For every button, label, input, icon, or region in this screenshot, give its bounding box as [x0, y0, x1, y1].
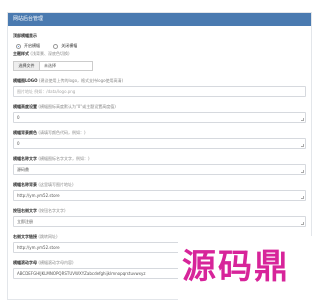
logo-hint: (建议使用上传的logo，格式支持logo使用高清): [38, 78, 124, 83]
resize-handle-icon[interactable]: [301, 222, 304, 225]
notice-hint: (横幅滚动字母内容): [38, 260, 74, 265]
display-label-text: 顶部横幅显示: [13, 33, 37, 38]
title1-label-text: 横幅名称文字: [13, 156, 37, 161]
resize-handle-icon[interactable]: [301, 144, 304, 147]
btn-link-label-text: 右侧文字链接: [13, 234, 37, 239]
display-radio-group: 开启横幅 关闭横幅: [16, 43, 89, 50]
btn-text-hint: (按钮名字文字): [38, 208, 66, 213]
resize-handle-icon[interactable]: [301, 170, 304, 173]
theme-file-input[interactable]: 选择文件 未选择: [13, 61, 93, 71]
title2-label: 横幅名称背景 (这里填写图片地址): [13, 182, 74, 188]
theme-label: 主题样式 (浅背景、深底色切换): [13, 51, 70, 57]
title2-value: http://ym.ym52.store: [17, 193, 60, 198]
logo-input[interactable]: 图片地址 例如：/data/logo.png: [13, 86, 306, 97]
resize-handle-icon[interactable]: [301, 118, 304, 121]
notice-label-text: 横幅滚动字母: [13, 260, 37, 265]
title1-value: 源码鼎: [17, 167, 29, 172]
logo-label-text: 横幅图LOGO: [13, 78, 38, 83]
btn-text-input[interactable]: 立即注册: [13, 216, 306, 227]
height-value: 0: [17, 115, 20, 120]
notice-label: 横幅滚动字母 (横幅滚动字母内容): [13, 260, 74, 266]
radio-dot-icon: [53, 43, 59, 49]
resize-handle-icon[interactable]: [301, 196, 304, 199]
bg-hint: (请填写颜色代码，例如：): [38, 130, 86, 135]
radio-off[interactable]: 关闭横幅: [53, 43, 77, 49]
btn-text-label: 按钮右侧文字 (按钮名字文字): [13, 208, 66, 214]
radio-on-label: 开启横幅: [24, 43, 40, 48]
choose-file-button[interactable]: 选择文件: [14, 62, 40, 70]
btn-link-hint: (跳转网址): [38, 234, 58, 239]
file-name-text: 未选择: [44, 63, 56, 68]
radio-on[interactable]: 开启横幅: [16, 43, 40, 49]
bg-label-text: 横幅背景颜色: [13, 130, 37, 135]
title2-input[interactable]: http://ym.ym52.store: [13, 190, 306, 201]
bg-input[interactable]: 0: [13, 138, 306, 149]
theme-label-text: 主题样式: [13, 51, 29, 56]
radio-off-label: 关闭横幅: [61, 43, 78, 48]
height-hint: (横幅图标高度默认为"0"或主题设置高度值): [38, 104, 116, 109]
bg-label: 横幅背景颜色 (请填写颜色代码，例如：): [13, 130, 86, 136]
logo-label: 横幅图LOGO (建议使用上传的logo，格式支持logo使用高清): [13, 78, 123, 84]
height-label: 横幅高度设置 (横幅图标高度默认为"0"或主题设置高度值): [13, 104, 116, 110]
title2-label-text: 横幅名称背景: [13, 182, 37, 187]
height-input[interactable]: 0: [13, 112, 306, 123]
btn-text-value: 立即注册: [17, 219, 33, 224]
display-label: 顶部横幅显示: [13, 33, 37, 39]
btn-link-value: http://ym.ym52.store: [17, 245, 60, 250]
watermark-logo: 源码鼎: [178, 236, 320, 300]
panel-title: 网站后台管理: [8, 13, 311, 26]
height-label-text: 横幅高度设置: [13, 104, 37, 109]
notice-value: ABCDEFGHIJKLMNOPQRSTUVWXYZabcdefghijklmn…: [17, 271, 146, 276]
watermark-text: 源码鼎: [182, 247, 290, 287]
title1-hint: (横幅图标名字文字，例如：): [38, 156, 90, 161]
radio-dot-icon: [16, 43, 21, 49]
title1-label: 横幅名称文字 (横幅图标名字文字，例如：): [13, 156, 90, 162]
btn-link-label: 右侧文字链接 (跳转网址): [13, 234, 58, 240]
btn-text-label-text: 按钮右侧文字: [13, 208, 37, 213]
bg-value: 0: [17, 141, 20, 146]
title2-hint: (这里填写图片地址): [38, 182, 74, 187]
title1-input[interactable]: 源码鼎: [13, 164, 306, 175]
theme-hint: (浅背景、深底色切换): [30, 51, 70, 56]
